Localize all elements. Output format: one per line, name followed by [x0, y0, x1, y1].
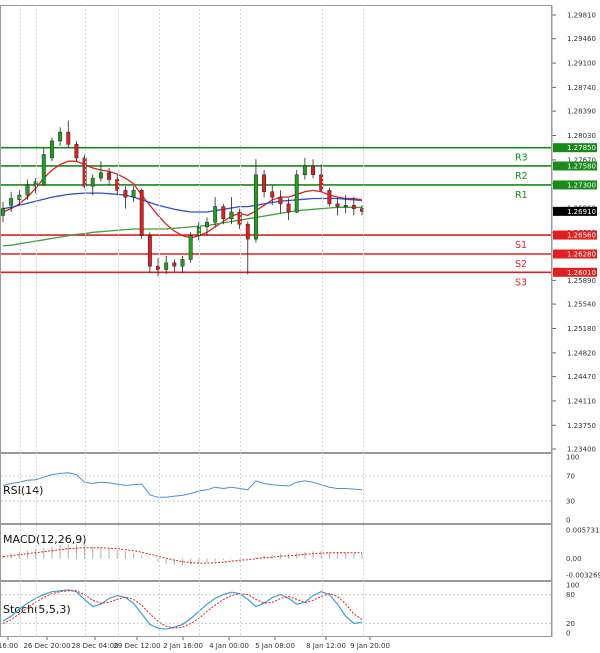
macd-tick-label: -0.003269	[566, 572, 600, 580]
candle-body	[41, 154, 46, 186]
price-tick-label: 1.28740	[567, 84, 596, 92]
candle-body	[351, 205, 356, 209]
level-label-s1: S1	[515, 240, 527, 251]
candle-body	[9, 198, 14, 206]
level-price-tag-text: 1.26010	[567, 269, 596, 277]
candle-body	[90, 177, 95, 187]
candle-body	[311, 165, 315, 176]
rsi-label: RSI(14)	[3, 484, 43, 497]
candle-body	[66, 131, 71, 145]
level-label-r2: R2	[515, 171, 528, 182]
candle-body	[221, 206, 226, 220]
candle-body	[180, 259, 185, 267]
candle-body	[213, 206, 218, 223]
stoch-tick-label: 20	[566, 620, 575, 628]
price-tick-label: 1.24110	[567, 397, 596, 405]
price-tick-label: 1.25180	[567, 325, 596, 333]
candle-body	[286, 203, 291, 213]
macd-tick-label: 0.005731	[566, 527, 599, 535]
candle-body	[98, 172, 103, 179]
price-tick-label: 1.24820	[567, 349, 596, 357]
candle	[294, 170, 299, 214]
candle-body	[50, 140, 54, 159]
candle-body	[1, 208, 5, 216]
forex-chart: 1.29810 1.29460 1.29100 1.28740 1.28390 1.280…	[0, 0, 600, 653]
rsi-tick-label: 0	[566, 517, 570, 525]
candle-body	[278, 196, 283, 205]
x-tick-label: 28 Dec 04:00	[71, 642, 118, 650]
candle-body	[335, 203, 340, 207]
candle-body	[139, 190, 144, 236]
candle-body	[343, 205, 348, 207]
candle-body	[25, 184, 30, 196]
candle-body	[270, 191, 275, 198]
stoch-tick-label: 80	[566, 591, 575, 599]
last-price-tag-text: 1.26910	[567, 208, 596, 216]
level-price-tag-text: 1.26280	[567, 251, 596, 259]
x-tick-label: 2 Jan 16:00	[163, 642, 203, 650]
candle-body	[205, 221, 209, 228]
candle-body	[327, 190, 332, 205]
candle-body	[262, 174, 267, 192]
candle-body	[196, 226, 201, 236]
candle-body	[302, 165, 307, 176]
stoch-tick-label: 100	[566, 582, 579, 590]
candle	[82, 154, 87, 189]
candle-body	[147, 235, 152, 267]
stoch-tick-label: 0	[566, 630, 570, 638]
candle-body	[164, 262, 169, 270]
candle-body	[294, 174, 299, 213]
candle-body	[58, 131, 63, 142]
candle-body	[229, 211, 234, 220]
candle	[188, 232, 193, 263]
rsi-tick-label: 30	[566, 498, 575, 506]
candle-body	[172, 262, 177, 267]
level-price-tag-text: 1.27580	[567, 162, 596, 170]
x-tick-label: 9 Jan 20:00	[350, 642, 390, 650]
price-tick-label: 1.29460	[567, 35, 596, 43]
x-tick-label: 4 Jan 00:00	[209, 642, 249, 650]
price-tick-label: 1.23400	[567, 446, 596, 454]
price-tick-label: 1.24470	[567, 373, 596, 381]
level-price-tag-text: 1.27850	[567, 144, 596, 152]
x-tick-label: 29 Dec 12:00	[113, 642, 160, 650]
candle	[327, 187, 332, 207]
price-tick-label: 1.25890	[567, 277, 596, 285]
level-label-r1: R1	[515, 190, 528, 201]
macd-tick-label: 0.00	[566, 555, 582, 563]
price-tick-label: 1.28030	[567, 132, 596, 140]
candle-body	[253, 174, 258, 240]
level-price-tag-text: 1.27300	[567, 181, 596, 189]
rsi-tick-label: 70	[566, 472, 575, 480]
x-tick-label: 26 Dec 20:00	[23, 642, 70, 650]
rsi-tick-label: 100	[566, 454, 579, 462]
x-tick-label: 16:00	[0, 642, 18, 650]
candle-body	[131, 190, 136, 198]
price-tick-label: 1.29100	[567, 60, 596, 68]
candle	[139, 188, 144, 240]
candle-body	[245, 223, 250, 240]
candle-body	[74, 144, 79, 159]
level-label-s3: S3	[515, 277, 527, 288]
price-tick-label: 1.29810	[567, 12, 596, 20]
x-tick-label: 8 Jan 12:00	[306, 642, 346, 650]
level-price-tag-text: 1.26560	[567, 232, 596, 240]
price-tick-label: 1.25540	[567, 301, 596, 309]
level-label-r3: R3	[515, 153, 528, 164]
level-label-s2: S2	[515, 259, 527, 270]
x-tick-label: 5 Jan 08:00	[255, 642, 295, 650]
candle	[50, 137, 54, 162]
candle-body	[107, 172, 112, 180]
price-tick-label: 1.23750	[567, 422, 596, 430]
macd-label: MACD(12,26,9)	[3, 533, 87, 546]
price-tick-label: 1.28390	[567, 108, 596, 116]
candle-body	[188, 235, 193, 260]
candle-body	[123, 190, 128, 198]
